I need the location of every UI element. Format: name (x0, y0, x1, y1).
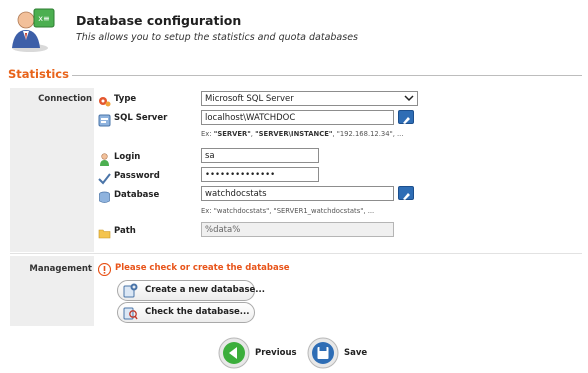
database-config-icon: x≡ (8, 6, 58, 52)
check-database-label: Check the database... (145, 307, 250, 317)
sql-server-hint: Ex: "SERVER", "SERVER\INSTANCE", "192.16… (201, 130, 404, 138)
type-select[interactable]: Microsoft SQL Server (201, 91, 418, 106)
database-browse-button[interactable] (398, 186, 414, 200)
hint-rest: , "192.168.12.34", ... (332, 130, 404, 138)
page-header: x≡ Database configuration This allows yo… (8, 4, 578, 54)
browse-icon (403, 117, 410, 124)
password-input[interactable]: •••••••••••••• (201, 167, 319, 182)
save-button[interactable]: Save (307, 337, 377, 369)
path-input: %data% (201, 222, 394, 237)
page-subtitle: This allows you to setup the statistics … (76, 32, 358, 43)
previous-label: Previous (255, 348, 297, 358)
hint-example-2: "SERVER\INSTANCE" (255, 130, 333, 138)
check-database-button[interactable]: Check the database... (117, 302, 255, 323)
save-label: Save (344, 348, 368, 358)
browse-icon (403, 193, 410, 200)
add-database-icon (122, 283, 138, 299)
warning-text: Please check or create the database (115, 263, 290, 273)
database-icon (98, 189, 111, 203)
check-key-icon (98, 170, 111, 185)
chevron-down-icon (404, 93, 414, 103)
database-input[interactable]: watchdocstats (201, 186, 394, 201)
folder-icon (98, 225, 111, 239)
connection-label-column: Connection (10, 88, 94, 252)
server-icon (98, 112, 111, 127)
page-title: Database configuration (76, 13, 242, 28)
connection-label: Connection (38, 94, 92, 104)
database-label: Database (114, 190, 160, 200)
user-icon (98, 151, 111, 166)
type-select-value: Microsoft SQL Server (205, 94, 294, 104)
save-icon (307, 337, 339, 369)
hint-prefix: Ex: (201, 130, 214, 138)
arrow-left-icon (218, 337, 250, 369)
check-database-icon (122, 305, 138, 321)
statistics-section-title: Statistics (8, 67, 69, 81)
warning-icon (97, 261, 112, 280)
gear-icon (98, 93, 111, 107)
sql-server-label: SQL Server (114, 113, 168, 123)
sql-server-input[interactable]: localhost\WATCHDOC (201, 110, 394, 125)
group-divider (10, 253, 582, 254)
management-label-column: Management (10, 256, 94, 326)
path-label: Path (114, 226, 136, 236)
management-label: Management (29, 264, 92, 274)
login-label: Login (114, 152, 141, 162)
create-database-button[interactable]: Create a new database... (117, 280, 265, 301)
hint-example-1: "SERVER" (213, 130, 251, 138)
type-label: Type (114, 94, 137, 104)
create-database-label: Create a new database... (145, 285, 265, 295)
previous-button[interactable]: Previous (218, 337, 298, 369)
sql-server-browse-button[interactable] (398, 110, 414, 124)
password-label: Password (114, 171, 160, 181)
svg-text:x≡: x≡ (38, 14, 49, 23)
login-input[interactable]: sa (201, 148, 319, 163)
database-hint: Ex: "watchdocstats", "SERVER1_watchdocst… (201, 207, 375, 215)
section-divider (72, 75, 582, 76)
